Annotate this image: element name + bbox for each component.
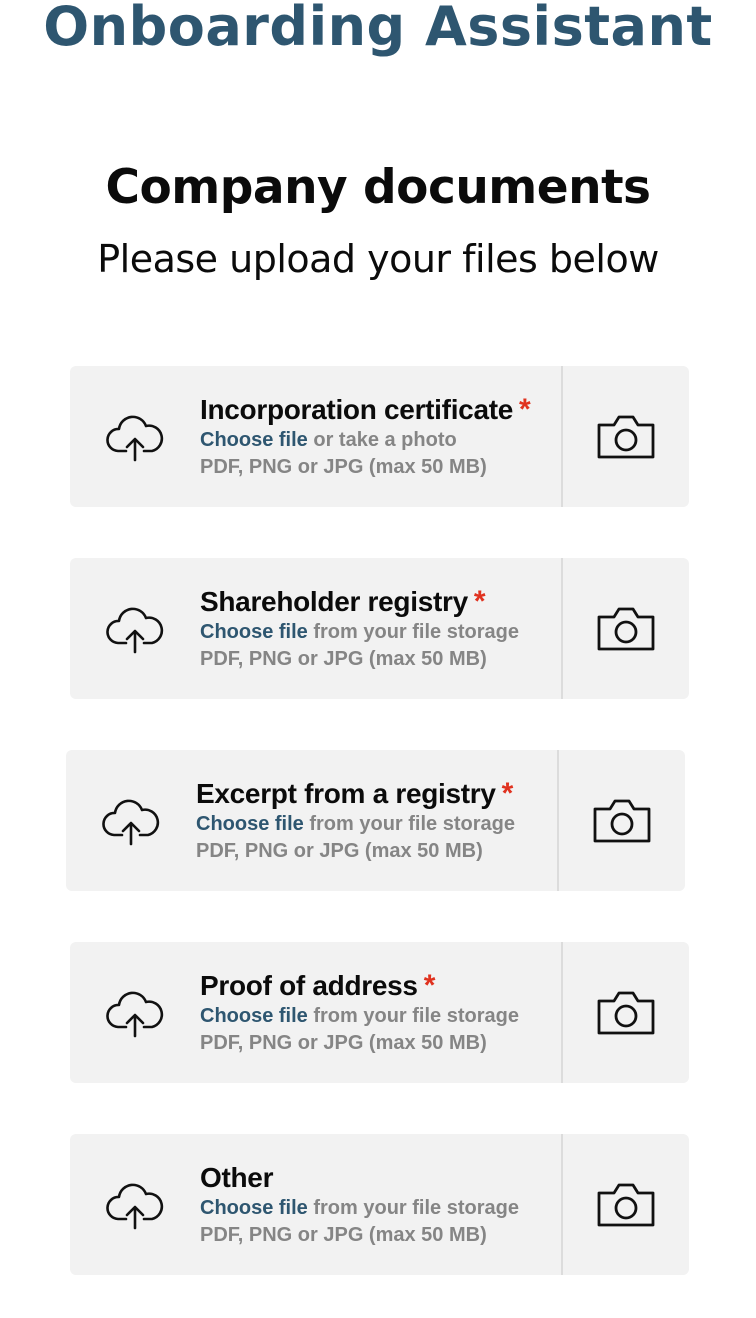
choose-file-link[interactable]: Choose file [200,429,308,451]
upload-instructions: Choose file from your file storage [200,1196,519,1219]
document-card-other: Other Choose file from your file storage… [70,1134,689,1275]
take-photo-button[interactable] [561,366,689,507]
take-photo-button[interactable] [557,750,685,891]
camera-icon [597,1183,655,1226]
take-photo-button[interactable] [561,558,689,699]
upload-dropzone[interactable]: Other Choose file from your file storage… [70,1134,561,1275]
upload-instructions: Choose file from your file storage [200,620,519,643]
section-title: Company documents [105,160,651,215]
app-title: Onboarding Assistant [43,0,713,58]
upload-text: Other Choose file from your file storage… [200,1161,519,1249]
upload-instructions: Choose file from your file storage [200,1004,519,1027]
file-format-hint: PDF, PNG or JPG (max 50 MB) [200,455,487,478]
upload-instructions: Choose file or take a photo [200,428,457,451]
section-subtitle: Please upload your files below [97,237,659,281]
cloud-upload-icon [70,412,200,462]
choose-file-link[interactable]: Choose file [200,1005,308,1027]
file-format-hint: PDF, PNG or JPG (max 50 MB) [196,839,483,862]
file-format-hint: PDF, PNG or JPG (max 50 MB) [200,1223,487,1246]
upload-text: Shareholder registry * Choose file from y… [200,585,519,673]
camera-icon [597,415,655,458]
camera-icon [593,799,651,842]
required-marker: * [423,968,436,1002]
cloud-upload-icon [66,796,196,846]
document-title: Other [200,1161,274,1193]
document-card-proof-of-address: Proof of address * Choose file from your … [70,942,689,1083]
upload-text: Proof of address * Choose file from your … [200,969,519,1057]
document-title: Incorporation certificate * [200,392,531,426]
camera-icon [597,607,655,650]
upload-text: Excerpt from a registry * Choose file fro… [196,777,515,865]
take-photo-button[interactable] [561,942,689,1083]
upload-dropzone[interactable]: Excerpt from a registry * Choose file fro… [66,750,557,891]
take-photo-button[interactable] [561,1134,689,1275]
upload-text: Incorporation certificate * Choose file o… [200,392,531,481]
camera-icon [597,991,655,1034]
choose-file-link[interactable]: Choose file [200,621,308,643]
document-title: Excerpt from a registry * [196,776,514,810]
required-marker: * [501,776,514,810]
document-card-shareholder-registry: Shareholder registry * Choose file from y… [70,558,689,699]
document-card-excerpt-from-registry: Excerpt from a registry * Choose file fro… [66,750,685,891]
choose-file-link[interactable]: Choose file [200,1197,308,1219]
cloud-upload-icon [70,1180,200,1230]
upload-dropzone[interactable]: Proof of address * Choose file from your … [70,942,561,1083]
document-title: Proof of address * [200,968,436,1002]
upload-dropzone[interactable]: Incorporation certificate * Choose file o… [70,366,561,507]
cloud-upload-icon [70,604,200,654]
upload-dropzone[interactable]: Shareholder registry * Choose file from y… [70,558,561,699]
document-title: Shareholder registry * [200,584,486,618]
choose-file-link[interactable]: Choose file [196,813,304,835]
required-marker: * [519,392,531,426]
file-format-hint: PDF, PNG or JPG (max 50 MB) [200,1031,487,1054]
upload-instructions: Choose file from your file storage [196,812,515,835]
required-marker: * [473,584,486,618]
document-card-incorporation-certificate: Incorporation certificate * Choose file o… [70,366,689,507]
file-format-hint: PDF, PNG or JPG (max 50 MB) [200,647,487,670]
cloud-upload-icon [70,988,200,1038]
